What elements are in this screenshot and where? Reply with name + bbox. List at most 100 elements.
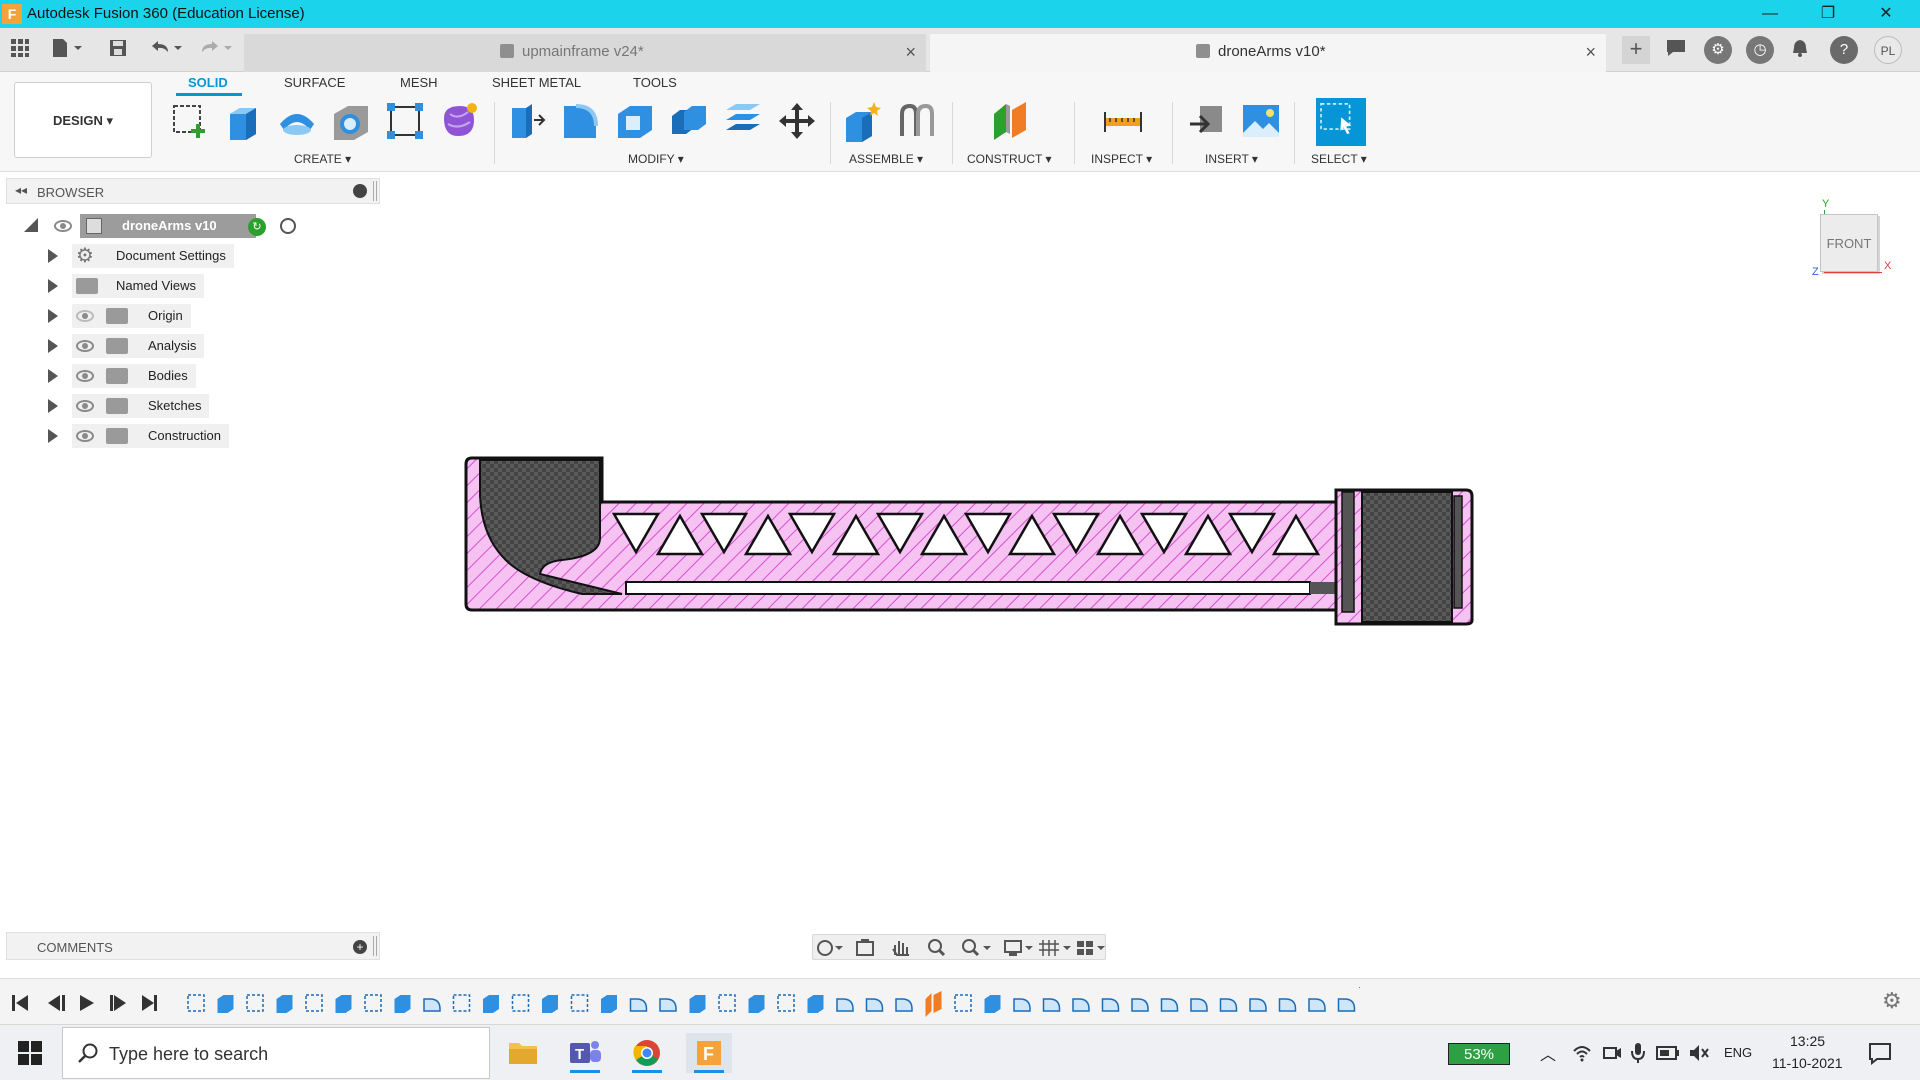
file-menu-icon[interactable] xyxy=(48,38,86,62)
job-status-icon[interactable]: ◷ xyxy=(1746,36,1774,64)
offset-face-icon[interactable] xyxy=(722,100,764,142)
browser-minimize-icon[interactable] xyxy=(353,184,367,198)
add-comment-icon[interactable]: + xyxy=(353,940,367,954)
insert-menu[interactable]: INSERT ▾ xyxy=(1205,152,1258,166)
timeline-feature-icon[interactable] xyxy=(1308,998,1326,1012)
browser-item-analysis[interactable]: Analysis xyxy=(48,334,248,358)
help-icon[interactable]: ? xyxy=(1830,36,1858,64)
activate-radio-icon[interactable] xyxy=(280,218,296,234)
user-avatar[interactable]: PL xyxy=(1874,36,1902,64)
press-pull-icon[interactable] xyxy=(506,100,548,142)
timeline-feature-icon[interactable] xyxy=(1042,998,1061,1012)
panel-resize-handle[interactable] xyxy=(373,936,377,956)
file-explorer-icon[interactable] xyxy=(500,1033,546,1073)
select-icon[interactable] xyxy=(1316,98,1366,146)
create-sketch-icon[interactable] xyxy=(168,100,210,142)
shell-icon[interactable] xyxy=(614,100,656,142)
visibility-eye-icon[interactable] xyxy=(54,220,72,232)
timeline-feature-icon[interactable] xyxy=(984,995,1001,1013)
inspect-menu[interactable]: INSPECT ▾ xyxy=(1091,152,1152,166)
tab-solid[interactable]: SOLID xyxy=(188,75,228,90)
hidden-eye-icon[interactable] xyxy=(76,310,94,322)
timeline-feature-icon[interactable] xyxy=(748,995,765,1013)
timeline-feature-icon[interactable] xyxy=(452,994,471,1012)
timeline-feature-icon[interactable] xyxy=(217,995,234,1013)
expand-triangle-icon[interactable] xyxy=(48,429,58,443)
visibility-eye-icon[interactable] xyxy=(76,430,94,442)
expand-triangle-icon[interactable] xyxy=(48,309,58,323)
wifi-icon[interactable] xyxy=(1572,1043,1592,1063)
timeline-feature-icon[interactable] xyxy=(865,998,884,1012)
timeline-feature-icon[interactable] xyxy=(335,995,352,1013)
browser-item-document-settings[interactable]: Document Settings ⚙ xyxy=(48,244,248,268)
move-copy-icon[interactable] xyxy=(776,100,818,142)
timeline-feature-icon[interactable] xyxy=(925,991,942,1017)
create-form-icon[interactable] xyxy=(438,100,480,142)
timeline-feature-icon[interactable] xyxy=(629,998,648,1012)
restore-button[interactable]: ❐ xyxy=(1800,0,1856,28)
browser-root-node[interactable]: droneArms v10 ↻ xyxy=(24,214,314,238)
expand-triangle-icon[interactable] xyxy=(48,279,58,293)
create-menu[interactable]: CREATE ▾ xyxy=(294,152,351,166)
close-tab-icon[interactable]: × xyxy=(905,42,916,63)
timeline-feature-icon[interactable] xyxy=(542,995,558,1013)
timeline-feature-icon[interactable] xyxy=(483,995,499,1013)
show-hidden-icons-chevron-icon[interactable]: ︿ xyxy=(1540,1041,1556,1065)
close-window-button[interactable]: ✕ xyxy=(1858,0,1914,28)
minimize-button[interactable]: — xyxy=(1742,0,1798,28)
measure-icon[interactable] xyxy=(1102,100,1144,142)
new-component-icon[interactable] xyxy=(842,100,884,142)
timeline-feature-icon[interactable] xyxy=(276,995,293,1013)
fusion-360-taskbar-icon[interactable]: F xyxy=(686,1033,732,1073)
timeline-feature-icon[interactable] xyxy=(1278,998,1297,1012)
microphone-icon[interactable] xyxy=(1630,1041,1646,1065)
timeline-feature-icon[interactable] xyxy=(601,995,617,1013)
data-panel-grid-icon[interactable] xyxy=(8,38,32,62)
workspace-switcher-button[interactable]: DESIGN ▾ xyxy=(14,82,152,158)
select-menu[interactable]: SELECT ▾ xyxy=(1311,152,1367,166)
teams-icon[interactable]: T xyxy=(562,1033,608,1073)
timeline-feature-icon[interactable] xyxy=(659,998,677,1012)
new-tab-plus-icon[interactable]: + xyxy=(1622,36,1650,64)
offset-plane-icon[interactable] xyxy=(990,100,1032,142)
timeline-feature-icon[interactable] xyxy=(1190,998,1208,1012)
browser-item-origin[interactable]: Origin xyxy=(48,304,248,328)
timeline-feature-icon[interactable] xyxy=(1013,998,1031,1012)
chrome-icon[interactable] xyxy=(624,1033,670,1073)
browser-item-bodies[interactable]: Bodies xyxy=(48,364,248,388)
taskbar-search-box[interactable]: Type here to search xyxy=(62,1027,490,1079)
timeline-feature-icon[interactable] xyxy=(836,998,854,1012)
timeline-feature-icon[interactable] xyxy=(777,994,795,1012)
timeline-feature-icon[interactable] xyxy=(1219,998,1238,1012)
comments-panel[interactable]: COMMENTS + xyxy=(6,932,380,960)
notification-center-icon[interactable] xyxy=(1868,1041,1892,1065)
timeline-feature-icon[interactable] xyxy=(511,994,530,1012)
meet-now-icon[interactable] xyxy=(1602,1043,1622,1063)
timeline-feature-icon[interactable] xyxy=(423,998,441,1012)
clock-date[interactable]: 11-10-2021 xyxy=(1772,1055,1843,1071)
timeline-feature-icon[interactable] xyxy=(689,995,706,1013)
timeline-feature-icon[interactable] xyxy=(807,995,824,1013)
visibility-eye-icon[interactable] xyxy=(76,340,94,352)
construct-menu[interactable]: CONSTRUCT ▾ xyxy=(967,152,1051,166)
timeline-settings-gear-icon[interactable]: ⚙ xyxy=(1882,989,1902,1013)
notifications-chat-icon[interactable] xyxy=(1664,38,1688,62)
timeline-feature-icon[interactable] xyxy=(364,994,382,1012)
expand-triangle-icon[interactable] xyxy=(48,339,58,353)
collapse-panel-icon[interactable]: ◂◂ xyxy=(15,183,27,197)
timeline-playback-controls[interactable] xyxy=(8,991,158,1015)
timeline-feature-icon[interactable] xyxy=(895,998,913,1012)
language-indicator[interactable]: ENG xyxy=(1724,1045,1752,1060)
notification-bell-icon[interactable] xyxy=(1788,38,1812,62)
timeline-feature-icon[interactable] xyxy=(394,995,411,1013)
revolve-icon[interactable] xyxy=(276,100,318,142)
assemble-menu[interactable]: ASSEMBLE ▾ xyxy=(849,152,923,166)
browser-item-named-views[interactable]: Named Views xyxy=(48,274,248,298)
browser-item-construction[interactable]: Construction xyxy=(48,424,248,448)
volume-muted-icon[interactable] xyxy=(1688,1043,1710,1063)
visibility-eye-icon[interactable] xyxy=(76,400,94,412)
timeline-playhead-marker[interactable] xyxy=(1359,987,1360,1019)
extrude-icon[interactable] xyxy=(222,100,264,142)
insert-canvas-icon[interactable] xyxy=(1240,100,1282,142)
visibility-eye-icon[interactable] xyxy=(76,370,94,382)
